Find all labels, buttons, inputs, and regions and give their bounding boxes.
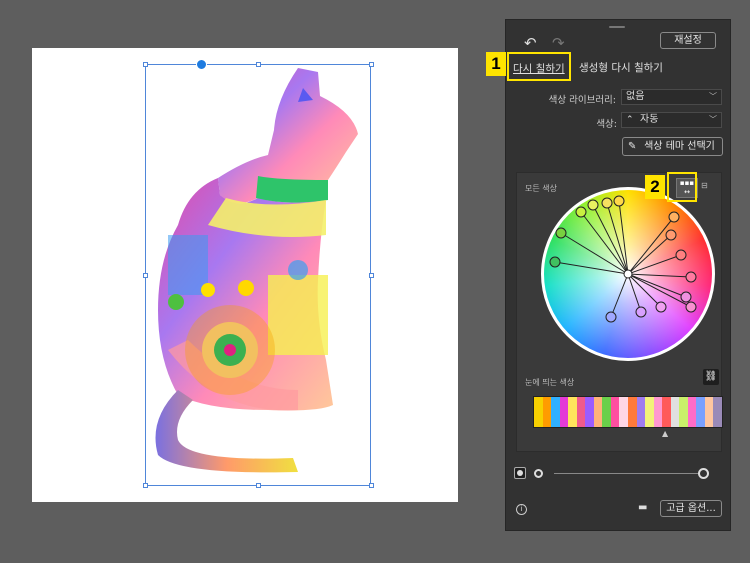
folder-icon[interactable]: ▬	[638, 502, 647, 513]
prominent-color-swatch[interactable]	[645, 397, 654, 427]
chevron-down-icon: ﹀	[709, 92, 717, 101]
chevron-down-icon: ﹀	[709, 115, 717, 124]
prominent-color-swatch[interactable]	[542, 397, 552, 427]
info-icon[interactable]: i	[516, 504, 527, 515]
selection-bounding-box	[145, 64, 371, 486]
prominent-color-swatch[interactable]	[713, 397, 723, 427]
resize-handle-br[interactable]	[369, 483, 374, 488]
tab-generative-recolor[interactable]: 생성형 다시 칠하기	[579, 60, 663, 75]
resize-handle-tc[interactable]	[256, 62, 261, 67]
colors-value: 자동	[640, 114, 659, 125]
prominent-color-swatch[interactable]	[610, 397, 620, 427]
prominent-color-swatch[interactable]	[619, 397, 629, 427]
colors-dropdown[interactable]: ⌃ 자동 ﹀	[621, 112, 722, 128]
callout-2-badge: 2	[645, 175, 665, 199]
prominent-color-swatch[interactable]	[602, 397, 611, 427]
prominent-color-swatch[interactable]	[636, 397, 646, 427]
slider-knob[interactable]	[698, 468, 709, 479]
panel-grip[interactable]	[609, 26, 625, 28]
prominent-color-swatch[interactable]	[704, 397, 714, 427]
prominent-color-swatch[interactable]	[670, 397, 680, 427]
prominent-colors-bar[interactable]	[533, 396, 723, 428]
callout-1-badge: 1	[486, 52, 506, 76]
color-theme-picker-button[interactable]: ✎ 색상 테마 선택기	[622, 137, 723, 156]
advanced-options-button[interactable]: 고급 옵션...	[660, 500, 722, 517]
prominent-color-swatch[interactable]	[696, 397, 705, 427]
resize-handle-tr[interactable]	[369, 62, 374, 67]
color-handles[interactable]	[541, 187, 715, 361]
group-widget-icon[interactable]	[196, 59, 207, 70]
view-mode-wheel-icon[interactable]	[514, 467, 526, 479]
recolor-panel: ↶ ↷ 재설정 다시 칠하기 생성형 다시 칠하기 색상 라이브러리: 없음 ﹀ …	[505, 19, 731, 531]
color-library-dropdown[interactable]: 없음 ﹀	[621, 89, 722, 105]
prominent-color-swatch[interactable]	[559, 397, 569, 427]
brightness-slider[interactable]	[554, 473, 704, 474]
resize-handle-bl[interactable]	[143, 483, 148, 488]
prominent-color-swatch[interactable]	[551, 397, 560, 427]
callout-2-highlight	[667, 172, 697, 202]
prominent-color-swatch[interactable]	[679, 397, 688, 427]
callout-1-highlight	[507, 52, 571, 81]
prominent-color-swatch[interactable]	[568, 397, 577, 427]
prominent-color-swatch[interactable]	[687, 397, 697, 427]
stepper-icon: ⌃	[626, 115, 634, 125]
bar-handle-icon[interactable]: ▲	[662, 429, 668, 438]
eyedropper-icon: ✎	[628, 141, 637, 152]
prominent-color-swatch[interactable]	[576, 397, 586, 427]
resize-handle-ml[interactable]	[143, 273, 148, 278]
resize-handle-mr[interactable]	[369, 273, 374, 278]
prominent-color-swatch[interactable]	[585, 397, 594, 427]
colors-label: 색상:	[596, 119, 617, 130]
prominent-color-swatch[interactable]	[662, 397, 671, 427]
color-library-label: 색상 라이브러리:	[548, 95, 616, 106]
undo-icon[interactable]: ↶	[524, 34, 537, 52]
color-wheel-section: 모든 색상 ▪▪▪ ↔ ⊟ ⛓ 눈에 띄는 색상 ▲	[516, 172, 723, 452]
prominent-color-swatch[interactable]	[593, 397, 603, 427]
link-icon[interactable]: ⛓	[703, 369, 719, 385]
prominent-color-swatch[interactable]	[628, 397, 637, 427]
color-theme-picker-label: 색상 테마 선택기	[644, 141, 715, 152]
prominent-color-swatch[interactable]	[653, 397, 663, 427]
view-mode-alt-icon[interactable]	[534, 469, 543, 478]
resize-handle-bc[interactable]	[256, 483, 261, 488]
reset-button[interactable]: 재설정	[660, 32, 716, 49]
redo-icon: ↷	[552, 34, 565, 52]
prominent-color-swatch[interactable]	[534, 397, 543, 427]
color-library-value: 없음	[626, 91, 645, 102]
prominent-colors-label: 눈에 띄는 색상	[525, 378, 575, 387]
resize-handle-tl[interactable]	[143, 62, 148, 67]
